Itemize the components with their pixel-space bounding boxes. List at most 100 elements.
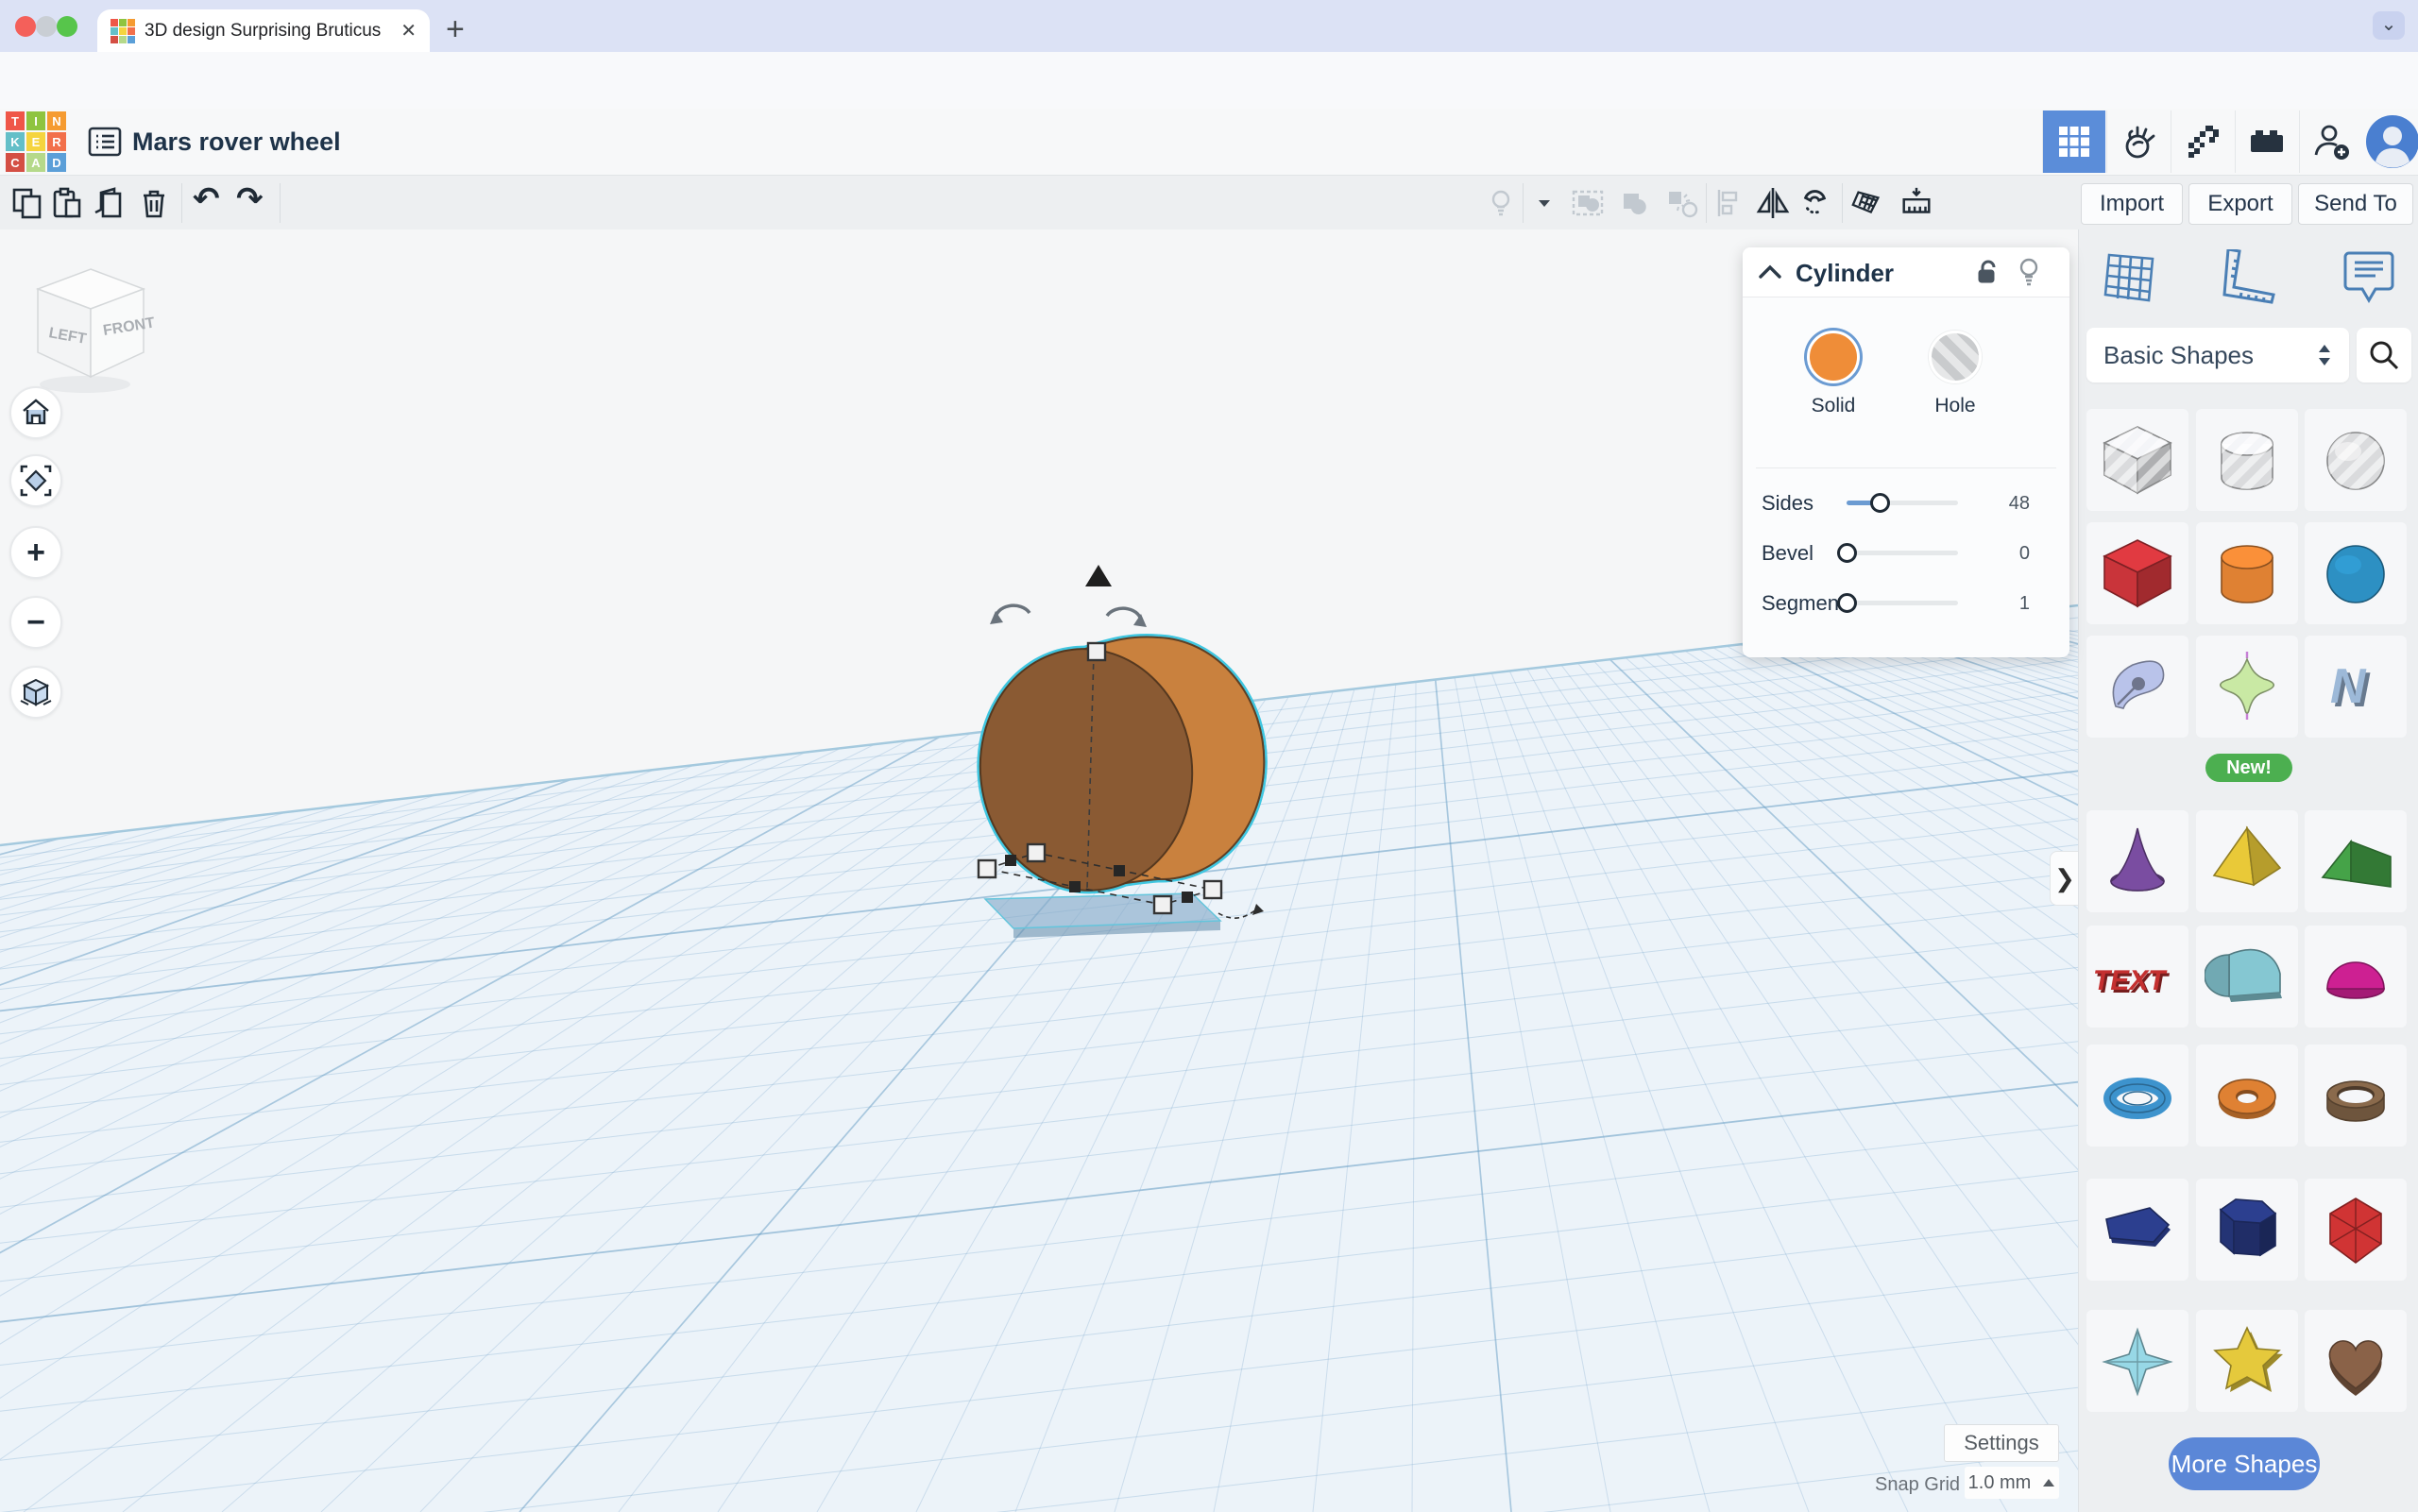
tab-title: 3D design Surprising Bruticus bbox=[145, 21, 391, 42]
solid-label: Solid bbox=[1807, 395, 1860, 417]
shape-box[interactable] bbox=[2086, 522, 2188, 624]
new-tab-button[interactable]: + bbox=[446, 11, 465, 47]
show-all-dropdown[interactable] bbox=[1526, 185, 1562, 221]
shape-roof[interactable] bbox=[2305, 810, 2407, 912]
fit-view-button[interactable] bbox=[9, 454, 62, 507]
search-shapes-button[interactable] bbox=[2357, 328, 2411, 382]
shape-sphere-hole[interactable] bbox=[2305, 409, 2407, 511]
workplane-drag-tool[interactable] bbox=[2096, 246, 2162, 309]
slider-track-bevel[interactable] bbox=[1847, 551, 1958, 555]
paste-button[interactable] bbox=[49, 185, 85, 221]
perspective-cube-icon bbox=[19, 675, 53, 709]
hide-lightbulb-icon[interactable] bbox=[2017, 257, 2041, 287]
slider-track-sides[interactable] bbox=[1847, 501, 1958, 505]
shape-hex-prism[interactable] bbox=[2196, 1179, 2298, 1281]
lock-icon[interactable] bbox=[1975, 259, 2001, 285]
shape-torus[interactable] bbox=[2086, 1045, 2188, 1147]
design-menu-icon[interactable] bbox=[87, 124, 123, 160]
delete-button[interactable] bbox=[136, 185, 172, 221]
shape-pyramid[interactable] bbox=[2196, 810, 2298, 912]
ungroup-button[interactable] bbox=[1617, 185, 1653, 221]
shape-tube[interactable] bbox=[2305, 1045, 2407, 1147]
tab-sim-lab[interactable] bbox=[2106, 110, 2170, 173]
perspective-toggle-button[interactable] bbox=[9, 666, 62, 719]
design-title: Mars rover wheel bbox=[132, 127, 341, 157]
ruler-tool-button[interactable] bbox=[1899, 185, 1934, 221]
shape-icosahedron[interactable] bbox=[2305, 1179, 2407, 1281]
shape-revolve[interactable] bbox=[2196, 636, 2298, 738]
zoom-in-button[interactable]: + bbox=[9, 526, 62, 579]
group-button[interactable] bbox=[1570, 185, 1606, 221]
settings-button[interactable]: Settings bbox=[1944, 1424, 2059, 1462]
snap-magnet-button[interactable] bbox=[1798, 185, 1834, 221]
duplicate-button[interactable] bbox=[91, 185, 127, 221]
logo-tile: E bbox=[26, 132, 45, 151]
shape-half-sphere[interactable] bbox=[2305, 926, 2407, 1028]
copy-button[interactable] bbox=[9, 185, 45, 221]
tab-blocks[interactable] bbox=[2171, 110, 2234, 173]
caret-up-icon bbox=[2042, 1478, 2055, 1487]
shape-star-twisted[interactable] bbox=[2086, 1310, 2188, 1412]
slider-value-segments: 1 bbox=[1992, 593, 2030, 615]
shape-heart[interactable] bbox=[2305, 1310, 2407, 1412]
shape-scribble[interactable] bbox=[2086, 636, 2188, 738]
undo-button[interactable]: ↶ bbox=[193, 181, 220, 217]
shape-round-roof[interactable] bbox=[2196, 926, 2298, 1028]
view-cube[interactable]: LEFT FRONT bbox=[17, 263, 168, 405]
search-icon bbox=[2368, 339, 2400, 371]
notes-bubble-icon bbox=[2341, 249, 2396, 306]
workplane-tool-button[interactable] bbox=[1849, 185, 1885, 221]
svg-text:TEXT: TEXT bbox=[2095, 965, 2169, 996]
tab-3d-designs[interactable] bbox=[2042, 110, 2105, 173]
import-button[interactable]: Import bbox=[2081, 183, 2183, 225]
shape-cylinder[interactable] bbox=[2196, 522, 2298, 624]
shape-text[interactable]: TEXTTEXT bbox=[2086, 926, 2188, 1028]
browser-tab-strip: 3D design Surprising Bruticus ✕ + ⌄ bbox=[0, 0, 2418, 52]
shape-sphere[interactable] bbox=[2305, 522, 2407, 624]
account-avatar[interactable] bbox=[2361, 110, 2418, 173]
tinkercad-logo[interactable]: TINKERCAD bbox=[6, 111, 66, 172]
shape-cone[interactable] bbox=[2086, 810, 2188, 912]
tab-search-icon[interactable]: ⌄ bbox=[2373, 11, 2405, 40]
window-minimize-button[interactable] bbox=[36, 16, 57, 37]
more-shapes-button[interactable]: More Shapes bbox=[2169, 1437, 2320, 1490]
snap-grid-select[interactable]: 1.0 mm bbox=[1965, 1467, 2059, 1499]
shape-cylinder-hole[interactable] bbox=[2196, 409, 2298, 511]
shape-star[interactable] bbox=[2196, 1310, 2298, 1412]
window-zoom-button[interactable] bbox=[57, 16, 77, 37]
flip-button[interactable] bbox=[1755, 185, 1791, 221]
tab-bricks[interactable] bbox=[2235, 110, 2298, 173]
window-close-button[interactable] bbox=[15, 16, 36, 37]
align-button[interactable] bbox=[1711, 185, 1747, 221]
workplane-tool-icon bbox=[1849, 184, 1885, 222]
panel-collapse-tab[interactable]: ❯ bbox=[2050, 851, 2078, 906]
redo-button[interactable]: ↷ bbox=[236, 181, 264, 217]
shape-torus-thick[interactable] bbox=[2196, 1045, 2298, 1147]
shape-handwriting[interactable]: NN bbox=[2305, 636, 2407, 738]
brick-icon bbox=[2247, 122, 2287, 161]
ungroup-all-button[interactable] bbox=[1664, 185, 1700, 221]
shape-inspector: Cylinder Solid Hole Sides 48 Bevel 0 Seg… bbox=[1743, 247, 2069, 657]
shape-category-select[interactable]: Basic Shapes bbox=[2086, 328, 2349, 382]
slider-thumb-bevel[interactable] bbox=[1837, 543, 1857, 563]
home-view-button[interactable] bbox=[9, 386, 62, 439]
slider-track-segments[interactable] bbox=[1847, 601, 1958, 605]
slider-thumb-sides[interactable] bbox=[1870, 493, 1890, 513]
notes-tool[interactable] bbox=[2336, 246, 2402, 309]
show-all-button[interactable] bbox=[1483, 185, 1519, 221]
solid-option[interactable] bbox=[1807, 331, 1860, 383]
ruler-drag-tool[interactable] bbox=[2216, 246, 2282, 309]
invite-collaborator-button[interactable] bbox=[2299, 110, 2362, 173]
zoom-out-button[interactable]: − bbox=[9, 596, 62, 649]
logo-tile: R bbox=[47, 132, 66, 151]
export-button[interactable]: Export bbox=[2188, 183, 2292, 225]
snap-grid-label: Snap Grid bbox=[1875, 1474, 1960, 1496]
tab-close-icon[interactable]: ✕ bbox=[400, 19, 417, 42]
hole-option[interactable] bbox=[1929, 331, 1982, 383]
shape-box-hole[interactable] bbox=[2086, 409, 2188, 511]
collapse-chevron-icon[interactable] bbox=[1758, 263, 1782, 281]
shape-polygon[interactable] bbox=[2086, 1179, 2188, 1281]
slider-thumb-segments[interactable] bbox=[1837, 593, 1857, 613]
browser-tab[interactable]: 3D design Surprising Bruticus ✕ bbox=[97, 9, 430, 52]
send-to-button[interactable]: Send To bbox=[2298, 183, 2413, 225]
